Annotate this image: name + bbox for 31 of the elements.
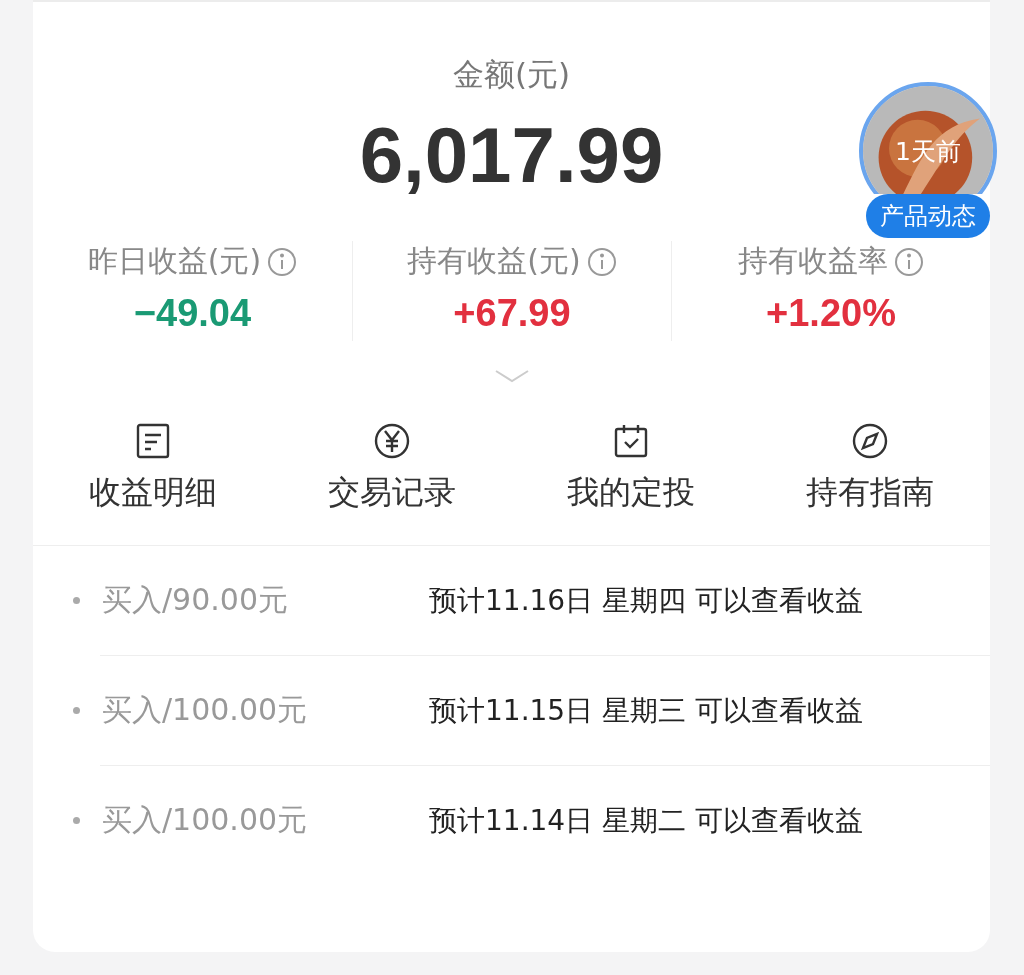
amount-value: 6,017.99 (359, 110, 664, 201)
stat-label: 持有收益率 (738, 242, 888, 280)
product-news-badge[interactable]: 产品动态 (866, 194, 990, 238)
stat-label: 昨日收益(元) (87, 242, 262, 280)
record-note: 预计11.16日 星期四 可以查看收益 (429, 582, 863, 619)
info-icon[interactable] (586, 246, 617, 277)
update-time: 1天前 (895, 135, 961, 168)
record-title: 买入/100.00元 (102, 691, 309, 729)
stat-value: +1.20% (766, 292, 896, 335)
action-button[interactable]: 我的定投 (511, 423, 751, 515)
stat-label: 持有收益(元) (407, 242, 581, 280)
yen-icon (373, 423, 410, 459)
action-button[interactable]: 收益明细 (33, 423, 273, 515)
compass-icon (852, 423, 889, 459)
record-title: 买入/100.00元 (102, 801, 309, 839)
record-note: 预计11.14日 星期二 可以查看收益 (429, 802, 863, 839)
info-icon[interactable] (267, 246, 298, 277)
stat-value: +67.99 (453, 292, 571, 335)
bullet-dot (73, 597, 80, 604)
bullet-dot (73, 707, 80, 714)
info-icon[interactable] (894, 246, 924, 277)
calendar-icon (613, 423, 650, 459)
document-icon (134, 423, 171, 459)
amount-label: 金额(元) (452, 55, 571, 94)
stat-value: −49.04 (133, 292, 252, 335)
chevron-down-icon[interactable] (493, 369, 530, 383)
action-button[interactable]: 持有指南 (750, 423, 990, 515)
record-note: 预计11.15日 星期三 可以查看收益 (429, 692, 863, 729)
record-title: 买入/90.00元 (102, 581, 289, 619)
action-button[interactable]: 交易记录 (272, 423, 512, 515)
bullet-dot (73, 817, 80, 824)
